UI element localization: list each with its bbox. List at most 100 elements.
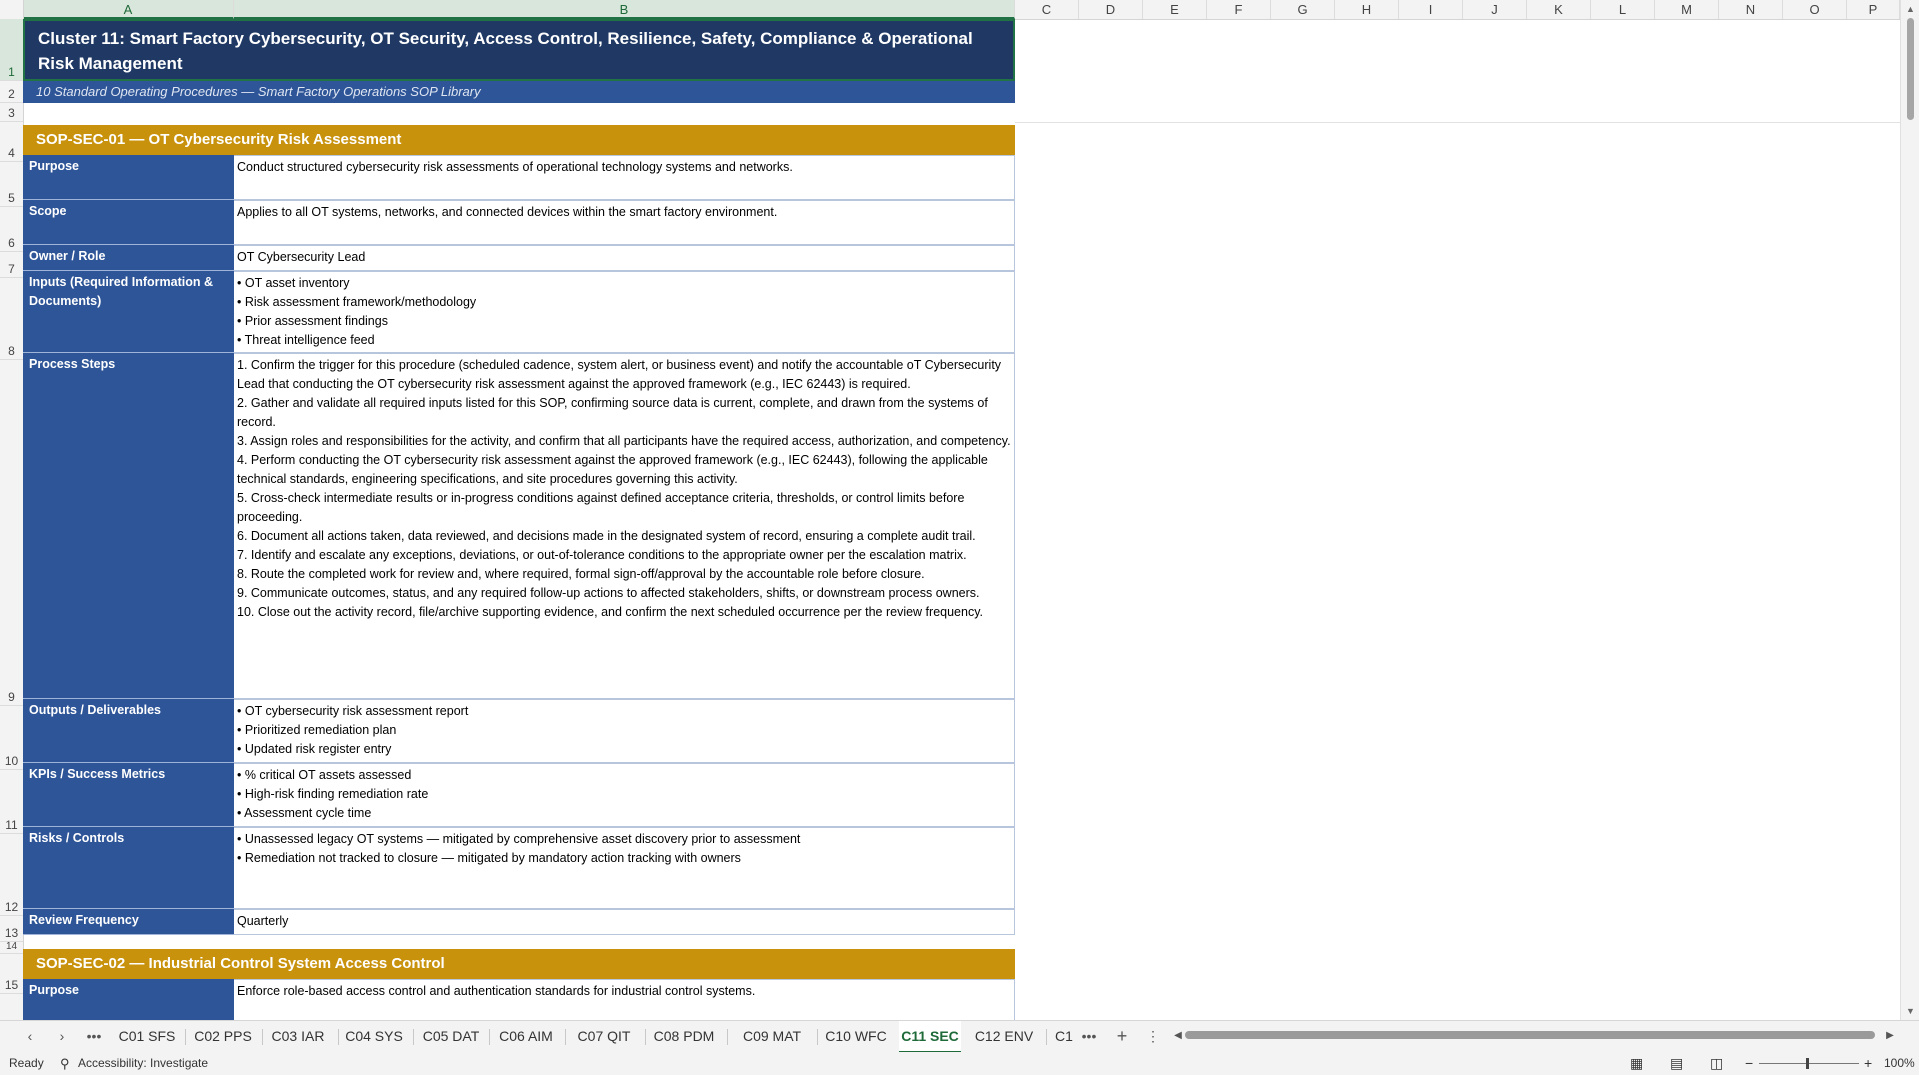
sheet-tab-c01[interactable]: C01 SFS: [113, 1021, 181, 1051]
zoom-out-icon[interactable]: −: [1745, 1052, 1753, 1075]
sheet-tab-c09[interactable]: C09 MAT: [732, 1021, 812, 1051]
row-label-risks[interactable]: Risks / Controls: [23, 827, 234, 909]
column-header-h[interactable]: H: [1335, 0, 1399, 19]
scroll-down-arrow-icon[interactable]: ▼: [1906, 1006, 1915, 1016]
sheet-tab-c06[interactable]: C06 AIM: [493, 1021, 559, 1051]
zoom-in-icon[interactable]: +: [1864, 1052, 1872, 1075]
row-value-outputs[interactable]: • OT cybersecurity risk assessment repor…: [234, 699, 1015, 763]
more-sheets-icon[interactable]: •••: [83, 1021, 105, 1051]
row-header-16[interactable]: 16: [0, 994, 23, 1020]
spreadsheet-grid[interactable]: Cluster 11: Smart Factory Cybersecurity,…: [23, 19, 1900, 1020]
page-layout-view-icon[interactable]: ▤: [1670, 1052, 1683, 1075]
sheet-tab-c05[interactable]: C05 DAT: [417, 1021, 485, 1051]
sheet-tab-c10[interactable]: C10 WFC: [820, 1021, 892, 1051]
vertical-scrollbar[interactable]: ▲ ▼: [1900, 0, 1919, 1020]
row-header-4[interactable]: 4: [0, 122, 23, 162]
row-value-risks[interactable]: • Unassessed legacy OT systems — mitigat…: [234, 827, 1015, 909]
row-label-purpose[interactable]: Purpose: [23, 979, 234, 1020]
row-value-owner[interactable]: OT Cybersecurity Lead: [234, 245, 1015, 271]
row-header-6[interactable]: 6: [0, 207, 23, 252]
row-value-purpose[interactable]: Conduct structured cybersecurity risk as…: [234, 155, 1015, 200]
row-value-inputs[interactable]: • OT asset inventory • Risk assessment f…: [234, 271, 1015, 353]
row-header-9[interactable]: 9: [0, 360, 23, 706]
column-header-l[interactable]: L: [1591, 0, 1655, 19]
add-sheet-icon[interactable]: +: [1111, 1021, 1133, 1051]
column-header-i[interactable]: I: [1399, 0, 1463, 19]
horizontal-scroll-thumb[interactable]: [1185, 1031, 1875, 1039]
row-label-review-frequency[interactable]: Review Frequency: [23, 909, 234, 935]
row-label-kpis[interactable]: KPIs / Success Metrics: [23, 763, 234, 827]
previous-sheet-icon[interactable]: ‹: [19, 1021, 41, 1051]
column-header-n[interactable]: N: [1719, 0, 1783, 19]
column-header-d[interactable]: D: [1079, 0, 1143, 19]
column-header-b[interactable]: B: [234, 0, 1015, 19]
sheet-tab-c13-partial[interactable]: C1: [1052, 1021, 1076, 1051]
section-header-sop-sec-01[interactable]: SOP-SEC-01 — OT Cybersecurity Risk Asses…: [23, 125, 1015, 155]
section-header-sop-sec-02[interactable]: SOP-SEC-02 — Industrial Control System A…: [23, 949, 1015, 979]
row-header-10[interactable]: 10: [0, 706, 23, 770]
row-label-inputs[interactable]: Inputs (Required Information & Documents…: [23, 271, 234, 353]
row-header-3[interactable]: 3: [0, 103, 23, 122]
column-header-bar: A B C D E F G H I J K L M N O P: [0, 0, 1919, 20]
row-value-process-steps[interactable]: 1. Confirm the trigger for this procedur…: [234, 353, 1015, 699]
row-header-7[interactable]: 7: [0, 252, 23, 278]
accessibility-icon[interactable]: ⚲: [60, 1052, 70, 1075]
sheet-tab-c04[interactable]: C04 SYS: [340, 1021, 408, 1051]
vertical-scroll-thumb[interactable]: [1907, 18, 1914, 120]
row-header-1[interactable]: 1: [0, 19, 23, 81]
column-header-k[interactable]: K: [1527, 0, 1591, 19]
sheet-tab-c12[interactable]: C12 ENV: [967, 1021, 1041, 1051]
select-all-corner[interactable]: [0, 0, 24, 19]
tab-separator: [262, 1029, 263, 1045]
row-header-13[interactable]: 13: [0, 916, 23, 942]
column-header-j[interactable]: J: [1463, 0, 1527, 19]
accessibility-status[interactable]: Accessibility: Investigate: [78, 1052, 208, 1075]
row-label-purpose[interactable]: Purpose: [23, 155, 234, 200]
row-label-outputs[interactable]: Outputs / Deliverables: [23, 699, 234, 763]
normal-view-icon[interactable]: ▦: [1630, 1052, 1643, 1075]
row-header-11[interactable]: 11: [0, 770, 23, 834]
tab-separator: [1046, 1029, 1047, 1045]
tab-separator: [727, 1029, 728, 1045]
sheet-tab-c11-active[interactable]: C11 SEC: [899, 1021, 961, 1053]
column-header-f[interactable]: F: [1207, 0, 1271, 19]
row-label-scope[interactable]: Scope: [23, 200, 234, 245]
column-header-o[interactable]: O: [1783, 0, 1847, 19]
row-header-14[interactable]: 14: [0, 941, 23, 954]
column-header-a[interactable]: A: [23, 0, 234, 19]
row-value-review-frequency[interactable]: Quarterly: [234, 909, 1015, 935]
zoom-slider[interactable]: [1759, 1063, 1859, 1064]
column-header-g[interactable]: G: [1271, 0, 1335, 19]
sheet-subtitle-cell[interactable]: 10 Standard Operating Procedures — Smart…: [23, 81, 1015, 103]
sheet-title-cell[interactable]: Cluster 11: Smart Factory Cybersecurity,…: [23, 19, 1015, 81]
column-header-p[interactable]: P: [1847, 0, 1900, 19]
row-value-scope[interactable]: Applies to all OT systems, networks, and…: [234, 200, 1015, 245]
sheet-tab-c07[interactable]: C07 QIT: [570, 1021, 638, 1051]
next-sheet-icon[interactable]: ›: [51, 1021, 73, 1051]
scroll-right-arrow-icon[interactable]: ▶: [1879, 1021, 1901, 1051]
row-header-12[interactable]: 12: [0, 834, 23, 916]
tab-separator: [565, 1029, 566, 1045]
row-header-5[interactable]: 5: [0, 162, 23, 207]
page-break-preview-icon[interactable]: ◫: [1710, 1052, 1723, 1075]
sheet-tab-bar: ‹ › ••• C01 SFS C02 PPS C03 IAR C04 SYS …: [0, 1020, 1919, 1053]
row-header-8[interactable]: 8: [0, 278, 23, 360]
row-label-process-steps[interactable]: Process Steps: [23, 353, 234, 699]
more-sheets-icon[interactable]: •••: [1078, 1021, 1100, 1051]
zoom-slider-thumb[interactable]: [1806, 1058, 1809, 1069]
sheet-tab-c03[interactable]: C03 IAR: [265, 1021, 331, 1051]
row-label-owner[interactable]: Owner / Role: [23, 245, 234, 271]
zoom-level[interactable]: 100%: [1884, 1052, 1915, 1075]
row-value-purpose[interactable]: Enforce role-based access control and au…: [234, 979, 1015, 1020]
column-header-e[interactable]: E: [1143, 0, 1207, 19]
row-header-2[interactable]: 2: [0, 81, 23, 103]
column-header-m[interactable]: M: [1655, 0, 1719, 19]
column-header-c[interactable]: C: [1015, 0, 1079, 19]
sheet-tab-c02[interactable]: C02 PPS: [189, 1021, 257, 1051]
sheet-options-icon[interactable]: ⋮: [1142, 1021, 1164, 1051]
scroll-up-arrow-icon[interactable]: ▲: [1906, 4, 1915, 14]
sheet-tab-c08[interactable]: C08 PDM: [648, 1021, 720, 1051]
row-value-kpis[interactable]: • % critical OT assets assessed • High-r…: [234, 763, 1015, 827]
row-header-15[interactable]: 15: [0, 954, 23, 994]
status-bar: Ready ⚲ Accessibility: Investigate ▦ ▤ ◫…: [0, 1052, 1919, 1075]
